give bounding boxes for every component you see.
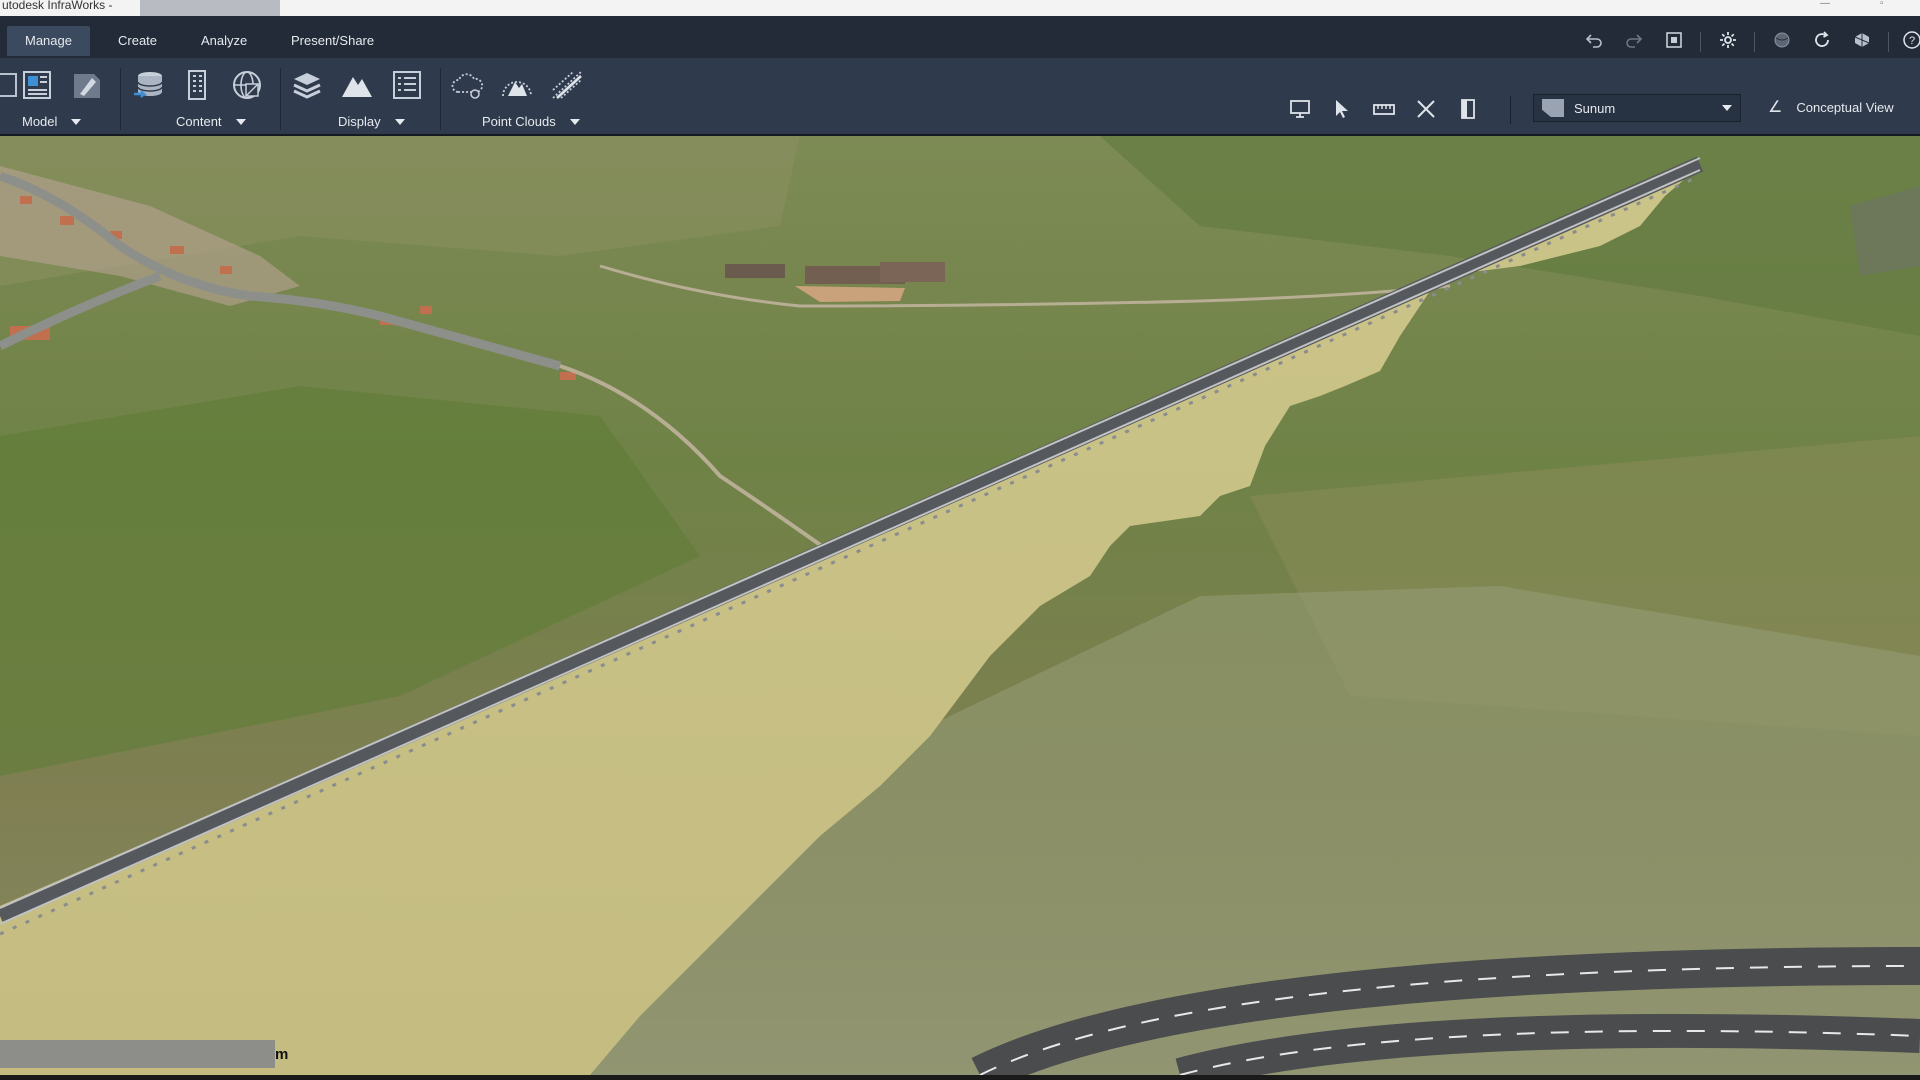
display-presentation-icon[interactable]	[1285, 94, 1315, 124]
layers-icon[interactable]	[288, 66, 326, 104]
title-bar-document-name-field	[140, 0, 280, 16]
panel-point-clouds-label: Point Clouds	[482, 114, 556, 129]
ribbon-toolbar: Model Content Display Point Clouds Sunum…	[0, 58, 1920, 136]
point-cloud-cloud-icon[interactable]	[448, 66, 486, 104]
conceptual-view-icon: ∠	[1768, 99, 1783, 116]
redo-icon[interactable]	[1620, 26, 1648, 54]
minimize-icon[interactable]: —	[1820, 0, 1836, 10]
point-cloud-terrain-icon[interactable]	[498, 66, 536, 104]
maximize-icon[interactable]: ▫	[1880, 0, 1896, 10]
panel-display[interactable]: Display	[338, 114, 405, 129]
window-title: utodesk InfraWorks -	[2, 0, 113, 12]
select-cursor-icon[interactable]	[1327, 94, 1357, 124]
panel-content-label: Content	[176, 114, 222, 129]
tab-create[interactable]: Create	[100, 26, 175, 56]
title-bar: utodesk InfraWorks - — ▫	[0, 0, 1920, 16]
style-palette-icon	[1542, 99, 1564, 117]
chevron-down-icon	[394, 118, 405, 125]
cross-section-tool-icon[interactable]	[1411, 94, 1441, 124]
style-palette-list-icon[interactable]	[388, 66, 426, 104]
panel-display-label: Display	[338, 114, 381, 129]
3d-viewport[interactable]	[0, 136, 1920, 1075]
model-properties-icon[interactable]	[68, 66, 106, 104]
measure-tool-icon[interactable]	[1369, 94, 1399, 124]
screenshot-icon[interactable]	[1660, 26, 1688, 54]
model-explorer-icon[interactable]	[18, 66, 56, 104]
scale-bar	[0, 1040, 275, 1068]
chevron-down-icon	[569, 118, 580, 125]
chevron-down-icon	[71, 118, 82, 125]
data-sources-icon[interactable]	[130, 66, 168, 104]
tab-manage[interactable]: Manage	[7, 26, 90, 56]
help-icon[interactable]: ?	[1898, 26, 1920, 54]
style-selector-value: Sunum	[1574, 100, 1616, 116]
sectioning-plane-icon[interactable]	[1453, 94, 1483, 124]
panel-content[interactable]: Content	[176, 114, 246, 129]
tab-present-share[interactable]: Present/Share	[273, 26, 392, 56]
model-generator-globe-icon[interactable]	[228, 66, 266, 104]
svg-text:?: ?	[1909, 35, 1915, 47]
status-bar	[0, 1075, 1920, 1080]
view-mode-label: Conceptual View	[1796, 99, 1894, 115]
point-cloud-modeling-icon[interactable]	[548, 66, 586, 104]
panel-model-label: Model	[22, 114, 58, 129]
settings-gear-icon[interactable]	[1714, 26, 1742, 54]
chevron-down-icon	[235, 118, 246, 125]
style-selector-dropdown[interactable]: Sunum	[1533, 94, 1741, 122]
view-mode-button[interactable]: ∠ Conceptual View	[1760, 94, 1920, 120]
ribbon-tab-bar: Manage Create Analyze Present/Share ?	[0, 16, 1920, 58]
undo-icon[interactable]	[1580, 26, 1608, 54]
tab-analyze[interactable]: Analyze	[183, 26, 265, 56]
scale-bar-unit: m	[275, 1046, 289, 1063]
cloud-model-icon[interactable]	[1848, 26, 1876, 54]
surface-layers-mountain-icon[interactable]	[338, 66, 376, 104]
panel-model[interactable]: Model	[22, 114, 82, 129]
globe-icon[interactable]	[1768, 26, 1796, 54]
chevron-down-icon	[1722, 105, 1732, 111]
sync-icon[interactable]	[1808, 26, 1836, 54]
panel-point-clouds[interactable]: Point Clouds	[482, 114, 580, 129]
building-content-icon[interactable]	[178, 66, 216, 104]
